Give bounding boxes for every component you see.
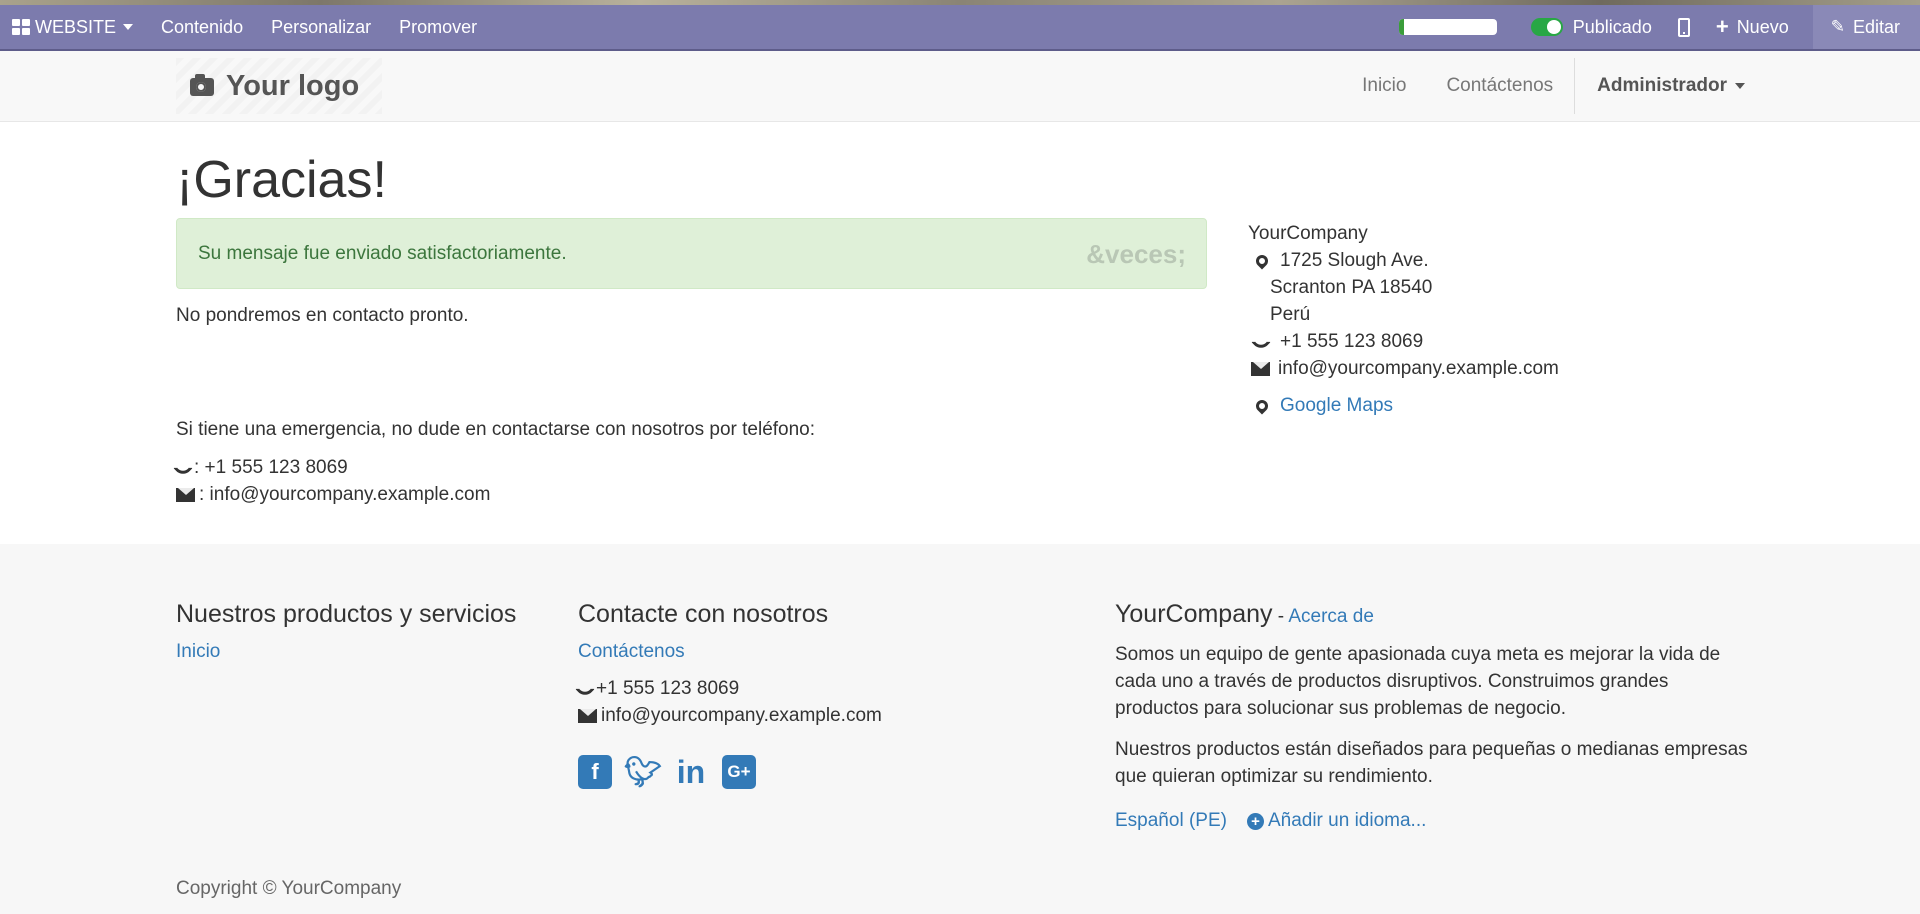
- emergency-text: Si tiene una emergencia, no dude en cont…: [176, 419, 816, 440]
- about-link[interactable]: Acerca de: [1288, 606, 1374, 627]
- pencil-icon: ✎: [1830, 17, 1845, 36]
- progress-fill: [1398, 19, 1404, 35]
- footer-email-value: info@yourcompany.example.com: [601, 705, 882, 726]
- sidebar-phone: +1 555 123 8069: [1248, 328, 1559, 355]
- camera-icon: [190, 74, 214, 96]
- language-espanol-pe[interactable]: Español (PE): [1115, 810, 1227, 832]
- footer-products-title: Nuestros productos y servicios: [176, 600, 517, 628]
- phone-icon: [1251, 331, 1271, 352]
- website-menu-button[interactable]: WEBSITE: [0, 5, 147, 49]
- footer-about-company: YourCompany: [1115, 600, 1273, 628]
- map-marker-icon: [1253, 397, 1271, 414]
- address-line-1: 1725 Slough Ave.: [1248, 247, 1559, 274]
- footer-link-inicio[interactable]: Inicio: [176, 641, 220, 662]
- envelope-icon: [578, 708, 597, 723]
- menu-promover[interactable]: Promover: [385, 5, 491, 49]
- seo-progress-bar[interactable]: [1398, 19, 1497, 35]
- plus-icon: +: [1715, 14, 1729, 39]
- nav-divider: [1574, 58, 1576, 114]
- edit-label: Editar: [1852, 16, 1900, 37]
- website-menu-label: WEBSITE: [35, 16, 117, 37]
- address-city: Scranton PA 18540: [1270, 277, 1433, 298]
- website-admin-bar: WEBSITE Contenido Personalizar Promover …: [0, 5, 1920, 51]
- menu-contenido[interactable]: Contenido: [147, 5, 257, 49]
- main-content: ¡Gracias! Su mensaje fue enviado satisfa…: [0, 122, 1920, 542]
- linkedin-icon[interactable]: in: [674, 754, 708, 790]
- contact-soon-text: No pondremos en contacto pronto.: [176, 305, 469, 326]
- mobile-preview-icon[interactable]: [1677, 17, 1690, 37]
- sidebar-phone-value: +1 555 123 8069: [1280, 331, 1424, 352]
- language-selector: Español (PE) + Añadir un idioma...: [1115, 810, 1755, 832]
- menu-personalizar[interactable]: Personalizar: [257, 5, 385, 49]
- new-label: Nuevo: [1736, 16, 1789, 37]
- footer-email: info@yourcompany.example.com: [578, 702, 882, 729]
- add-language-label: Añadir un idioma...: [1267, 810, 1427, 831]
- edit-button[interactable]: ✎ Editar: [1812, 5, 1920, 49]
- logo-text: Your logo: [226, 69, 360, 102]
- company-name: YourCompany: [1248, 223, 1368, 244]
- emergency-email: : info@yourcompany.example.com: [176, 484, 490, 506]
- sidebar-email-value: info@yourcompany.example.com: [1278, 358, 1559, 379]
- facebook-icon[interactable]: f: [578, 755, 612, 789]
- site-footer: Nuestros productos y servicios Inicio Co…: [0, 544, 1920, 914]
- copyright: Copyright © YourCompany: [176, 878, 402, 899]
- footer-products: Nuestros productos y servicios Inicio: [176, 600, 516, 663]
- caret-down-icon: [1735, 83, 1745, 89]
- address-street: 1725 Slough Ave.: [1280, 250, 1429, 271]
- emergency-phone: : +1 555 123 8069: [173, 457, 348, 479]
- published-label: Publicado: [1572, 16, 1652, 37]
- emergency-email-value: : info@yourcompany.example.com: [199, 484, 491, 505]
- footer-contact: Contacte con nosotros Contáctenos +1 555…: [575, 600, 882, 790]
- new-button[interactable]: + Nuevo: [1716, 16, 1813, 38]
- google-maps-link[interactable]: Google Maps: [1280, 392, 1393, 419]
- about-paragraph-2: Nuestros productos están diseñados para …: [1115, 739, 1748, 787]
- map-marker-icon: [1253, 252, 1271, 269]
- add-language-link[interactable]: + Añadir un idioma...: [1246, 810, 1427, 832]
- nav-inicio[interactable]: Inicio: [1342, 75, 1426, 97]
- footer-contact-title: Contacte con nosotros: [578, 600, 829, 628]
- footer-about: YourCompany - Acerca de Somos un equipo …: [1115, 600, 1755, 832]
- toggle-switch-icon: [1530, 18, 1563, 36]
- main-nav: Inicio Contáctenos Administrador: [1342, 51, 1920, 121]
- page-title: ¡Gracias!: [176, 151, 387, 209]
- footer-phone-value: +1 555 123 8069: [596, 678, 740, 699]
- maps-row: Google Maps: [1248, 392, 1559, 419]
- google-plus-icon[interactable]: G+: [722, 755, 756, 789]
- footer-phone: +1 555 123 8069: [575, 675, 882, 702]
- phone-icon: [575, 678, 595, 699]
- phone-icon: [173, 458, 193, 478]
- publish-toggle[interactable]: Publicado: [1530, 16, 1678, 38]
- success-alert: Su mensaje fue enviado satisfactoriament…: [176, 218, 1207, 289]
- user-menu-label: Administrador: [1597, 75, 1727, 96]
- footer-about-dash: -: [1272, 606, 1289, 627]
- plus-circle-icon: +: [1246, 813, 1264, 830]
- envelope-icon: [1251, 361, 1270, 376]
- footer-link-contactenos[interactable]: Contáctenos: [578, 641, 685, 662]
- address-country: Perú: [1270, 304, 1311, 325]
- site-logo[interactable]: Your logo: [176, 58, 382, 114]
- social-links: f 🐦︎ in G+: [578, 754, 882, 790]
- caret-down-icon: [123, 24, 134, 30]
- apps-grid-icon: [12, 19, 30, 35]
- user-menu[interactable]: Administrador: [1577, 75, 1920, 97]
- about-paragraph-1: Somos un equipo de gente apasionada cuya…: [1115, 644, 1721, 719]
- company-address-block: YourCompany 1725 Slough Ave. Scranton PA…: [1248, 220, 1559, 419]
- site-header: Your logo Inicio Contáctenos Administrad…: [0, 51, 1920, 122]
- alert-close-button[interactable]: &veces;: [1086, 239, 1186, 270]
- footer-about-title: YourCompany - Acerca de: [1115, 600, 1755, 629]
- emergency-phone-value: : +1 555 123 8069: [194, 457, 348, 478]
- alert-text: Su mensaje fue enviado satisfactoriament…: [198, 242, 567, 264]
- sidebar-email: info@yourcompany.example.com: [1248, 355, 1559, 382]
- twitter-icon[interactable]: 🐦︎: [624, 755, 662, 789]
- nav-contactenos[interactable]: Contáctenos: [1426, 75, 1573, 97]
- envelope-icon: [176, 487, 195, 502]
